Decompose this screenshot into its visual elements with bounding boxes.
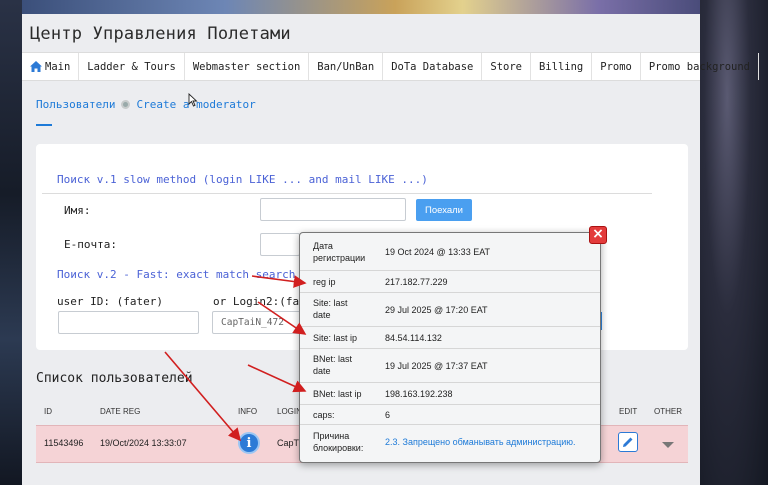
nav-store[interactable]: Store [482, 53, 531, 80]
popup-key: Site: last date [313, 298, 348, 320]
popup-value: 198.163.192.238 [385, 389, 453, 399]
search-go-button[interactable]: Поехали [416, 199, 472, 221]
popup-key: Site: last ip [313, 333, 358, 343]
name-label: Имя: [64, 204, 91, 217]
popup-row-site-last-ip: Site: last ip 84.54.114.132 [300, 327, 600, 349]
nav-ladder-tours[interactable]: Ladder & Tours [79, 53, 185, 80]
popup-row-bnet-last-ip: BNet: last ip 198.163.192.238 [300, 383, 600, 405]
popup-value: 29 Jul 2025 @ 17:20 EAT [385, 305, 488, 315]
users-list-title: Список пользователей [36, 371, 193, 386]
other-dropdown-icon[interactable] [662, 442, 674, 448]
popup-key: reg ip [313, 277, 336, 287]
nav-dota-database[interactable]: DoTa Database [383, 53, 483, 80]
row-login[interactable]: CapT [277, 438, 299, 448]
mouse-cursor-icon [188, 93, 198, 107]
popup-value: 19 Jul 2025 @ 17:37 EAT [385, 361, 488, 371]
active-tab-indicator [36, 124, 52, 126]
background-left [0, 0, 22, 485]
login2-input[interactable]: CapTaiN_472 [212, 311, 302, 334]
info-icon[interactable]: i [238, 432, 260, 454]
nav-main[interactable]: Main [22, 53, 80, 80]
nav-webmaster[interactable]: Webmaster section [185, 53, 310, 80]
pencil-icon [623, 437, 633, 447]
login2-label: or Login2:(fa [213, 295, 300, 308]
col-id: ID [44, 407, 52, 416]
col-date-reg: DATE REG [100, 407, 141, 416]
edit-button[interactable] [618, 432, 638, 452]
popup-key: Причина блокировки: [313, 431, 364, 453]
nav-ban-unban[interactable]: Ban/UnBan [309, 53, 384, 80]
site-title: Центр Управления Полетами [30, 24, 291, 44]
popup-value: 6 [385, 410, 391, 420]
nav-promo[interactable]: Promo [592, 53, 641, 80]
popup-row-caps: caps: 6 [300, 405, 600, 425]
popup-key: BNet: last date [313, 354, 353, 376]
header-banner [22, 0, 700, 14]
nav-promo-background[interactable]: Promo background [641, 53, 760, 80]
popup-row-reg-ip: reg ip 217.182.77.229 [300, 271, 600, 293]
userid-label: user ID: (fater) [57, 295, 163, 308]
separator-icon [121, 100, 131, 109]
email-input[interactable] [260, 233, 300, 256]
breadcrumb-users[interactable]: Пользователи [36, 98, 115, 111]
popup-value: 19 Oct 2024 @ 13:33 EAT [385, 247, 491, 257]
popup-value: 84.54.114.132 [385, 333, 442, 343]
popup-value: 217.182.77.229 [385, 277, 448, 287]
row-id: 11543496 [44, 438, 84, 448]
nav-billing[interactable]: Billing [531, 53, 593, 80]
col-other: OTHER [654, 407, 682, 416]
popup-key: Дата регистрации [313, 241, 366, 263]
popup-value-link[interactable]: 2.3. Запрещено обманывать администрацию. [385, 436, 576, 448]
popup-row-site-last-date: Site: last date 29 Jul 2025 @ 17:20 EAT [300, 293, 600, 327]
user-info-popup: Дата регистрации 19 Oct 2024 @ 13:33 EAT… [299, 232, 601, 463]
popup-key: caps: [313, 410, 335, 420]
popup-row-bnet-last-date: BNet: last date 19 Jul 2025 @ 17:37 EAT [300, 349, 600, 383]
popup-row-reg-date: Дата регистрации 19 Oct 2024 @ 13:33 EAT [300, 233, 600, 271]
name-input[interactable] [260, 198, 406, 221]
col-info: INFO [238, 407, 258, 416]
close-icon[interactable]: × [589, 226, 607, 244]
popup-row-ban-reason: Причина блокировки: 2.3. Запрещено обман… [300, 425, 600, 462]
col-edit: EDIT [619, 407, 638, 416]
home-icon [30, 61, 42, 72]
userid-input[interactable] [58, 311, 199, 334]
email-label: E-почта: [64, 238, 117, 251]
search-v2-title: Поиск v.2 - Fast: exact match search (u [57, 268, 316, 281]
divider [42, 193, 652, 194]
search-v1-title: Поиск v.1 slow method (login LIKE ... an… [57, 173, 428, 186]
nav-main-label: Main [45, 60, 71, 73]
row-date-reg: 19/Oct/2024 13:33:07 [100, 438, 187, 448]
main-nav: Main Ladder & Tours Webmaster section Ba… [22, 52, 760, 81]
breadcrumb: Пользователи Create a moderator [36, 98, 256, 111]
popup-key: BNet: last ip [313, 389, 362, 399]
